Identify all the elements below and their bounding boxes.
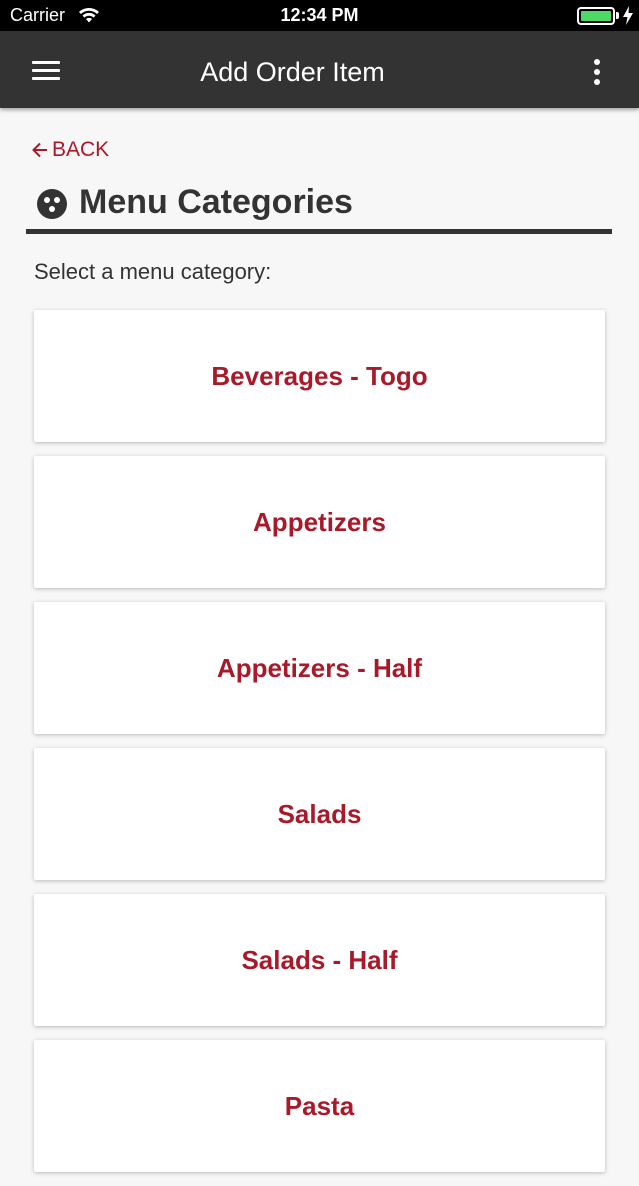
category-list: Beverages - Togo Appetizers Appetizers -… bbox=[34, 310, 606, 1186]
arrow-left-icon bbox=[32, 142, 47, 158]
battery-tip bbox=[616, 12, 619, 19]
status-bar: Carrier 12:34 PM bbox=[0, 0, 639, 31]
more-vertical-icon[interactable] bbox=[591, 59, 603, 89]
status-time: 12:34 PM bbox=[280, 5, 359, 25]
instruction-text: Select a menu category: bbox=[34, 259, 272, 284]
section-header: Menu Categories bbox=[26, 178, 612, 234]
category-label: Salads - Half bbox=[241, 944, 398, 975]
bowling-ball-icon bbox=[37, 189, 67, 219]
category-card[interactable]: Appetizers bbox=[34, 456, 605, 588]
category-card[interactable]: Beverages - Togo bbox=[34, 310, 605, 442]
page-title: Add Order Item bbox=[200, 57, 385, 87]
category-card[interactable]: Pasta bbox=[34, 1040, 605, 1172]
back-button[interactable]: BACK bbox=[30, 137, 109, 163]
category-label: Salads bbox=[277, 798, 362, 829]
back-label: BACK bbox=[52, 138, 110, 161]
category-label: Appetizers bbox=[253, 506, 386, 537]
section-heading: Menu Categories bbox=[79, 183, 353, 221]
app-bar: Add Order Item bbox=[0, 31, 639, 108]
category-label: Appetizers - Half bbox=[216, 652, 423, 683]
category-card[interactable]: Salads bbox=[34, 748, 605, 880]
charging-bolt-icon bbox=[623, 6, 633, 25]
category-label: Pasta bbox=[284, 1090, 355, 1121]
battery-icon bbox=[577, 7, 615, 25]
category-card[interactable]: Appetizers - Half bbox=[34, 602, 605, 734]
category-card[interactable]: Salads - Half bbox=[34, 894, 605, 1026]
category-label: Beverages - Togo bbox=[211, 360, 428, 391]
